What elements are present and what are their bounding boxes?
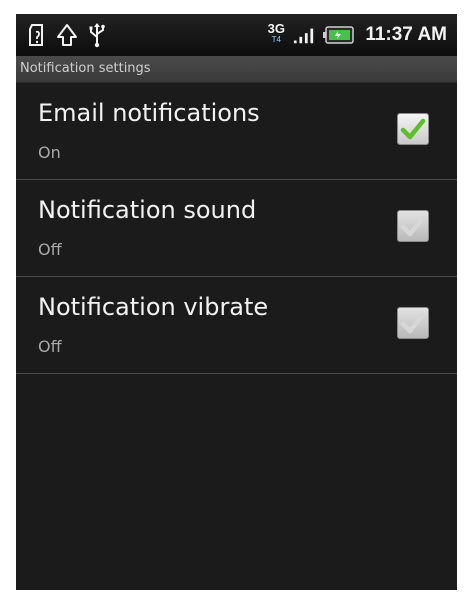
checkmark-icon (400, 312, 426, 334)
sd-card-icon (26, 22, 48, 48)
checkmark-icon (400, 215, 426, 237)
notification-vibrate-checkbox[interactable] (397, 307, 429, 339)
setting-email-notifications[interactable]: Email notifications On (16, 83, 457, 180)
network-subtype-label: T4 (271, 35, 281, 44)
setting-label: Email notifications (38, 99, 260, 127)
system-indicators: 3G T4 11:37 AM (265, 20, 447, 50)
network-type-label: 3G (267, 21, 285, 36)
settings-list: Email notifications On Notification soun… (16, 83, 457, 374)
clock: 11:37 AM (365, 24, 447, 45)
signal-strength-icon (293, 22, 315, 48)
checkmark-icon (400, 118, 426, 140)
phone-screen: 3G T4 11:37 AM Notification settings Ema… (16, 14, 457, 590)
setting-label: Notification sound (38, 196, 257, 224)
status-bar: 3G T4 11:37 AM (16, 14, 457, 56)
email-notifications-checkbox[interactable] (397, 113, 429, 145)
setting-summary: Off (38, 240, 62, 259)
setting-label: Notification vibrate (38, 293, 269, 321)
notification-sound-checkbox[interactable] (397, 210, 429, 242)
setting-summary: Off (38, 337, 62, 356)
setting-notification-vibrate[interactable]: Notification vibrate Off (16, 277, 457, 374)
network-type-indicator: 3G T4 (265, 22, 287, 48)
usb-icon (86, 22, 108, 48)
upload-icon (56, 22, 78, 48)
battery-icon (321, 22, 355, 48)
title-bar: Notification settings (16, 56, 457, 83)
setting-summary: On (38, 143, 61, 162)
page-title: Notification settings (20, 61, 151, 76)
notification-icons (26, 20, 108, 50)
setting-notification-sound[interactable]: Notification sound Off (16, 180, 457, 277)
